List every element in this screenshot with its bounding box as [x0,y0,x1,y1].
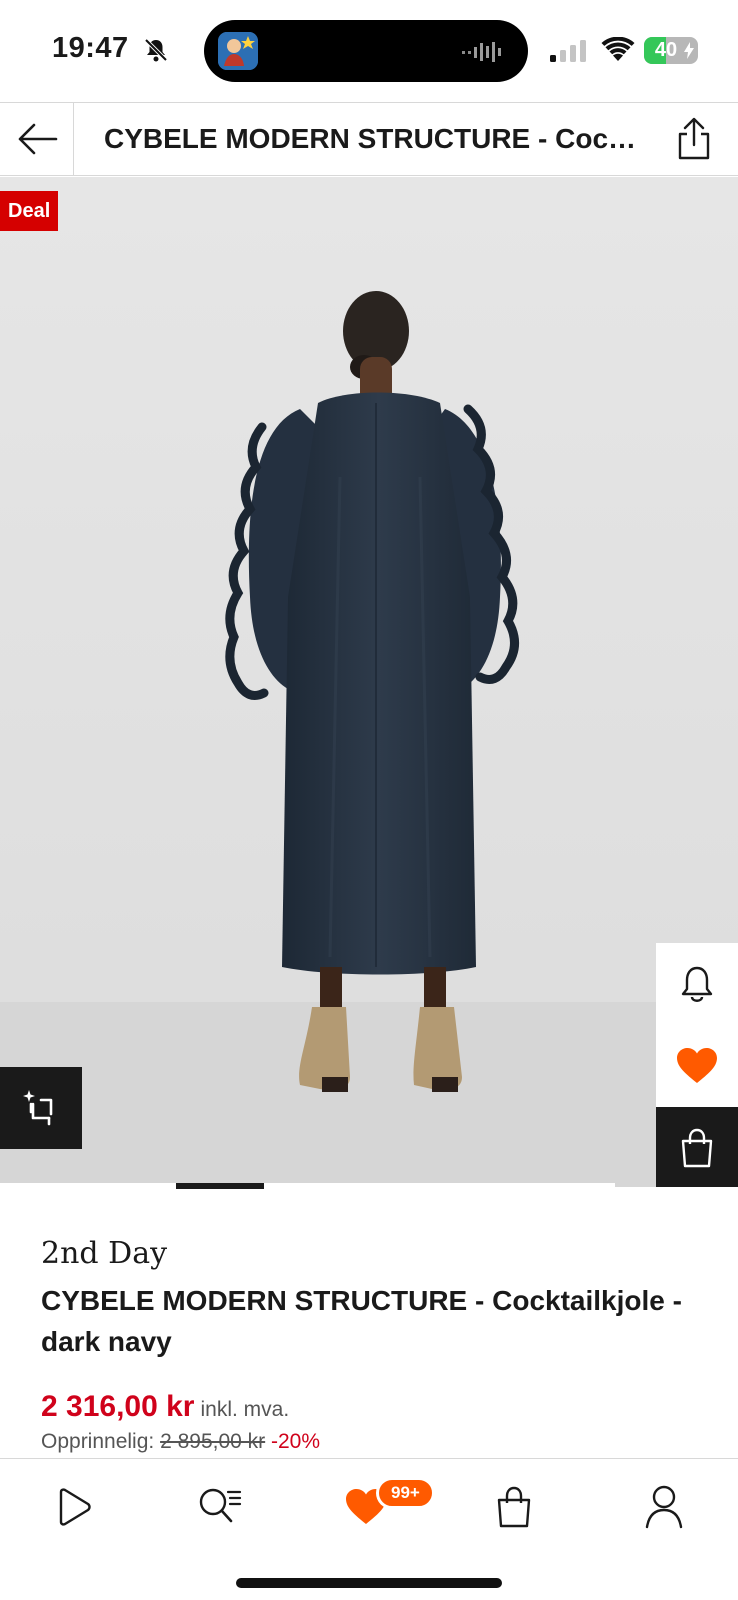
original-price-row: Opprinnelig: 2 895,00 kr -20% [41,1430,320,1454]
deal-badge: Deal [0,191,59,231]
original-price: 2 895,00 kr [160,1430,266,1453]
product-header: CYBELE MODERN STRUCTURE - Cocktailkjole … [0,102,738,176]
status-time: 19:47 [52,32,129,64]
search-list-icon [199,1488,242,1523]
carousel-indicator-active [176,1183,264,1189]
carousel-indicator [0,1183,615,1189]
status-bar: 19:47 40 [0,0,738,102]
dynamic-island[interactable] [204,20,528,82]
shopping-bag-icon [681,1128,713,1168]
bell-muted-icon [144,38,168,62]
vat-note: inkl. mva. [200,1398,290,1421]
notify-button[interactable] [656,943,738,1025]
wishlist-button[interactable] [656,1025,738,1107]
arrow-left-icon [18,123,57,155]
side-action-bar [656,943,738,1187]
nav-search[interactable] [190,1477,250,1537]
shopping-bag-icon [497,1486,531,1528]
home-indicator [236,1578,502,1588]
nav-bag[interactable] [484,1477,544,1537]
price-row: 2 316,00 kr inkl. mva. [41,1390,289,1424]
product-brand[interactable]: 2nd Day [41,1236,167,1271]
original-price-label: Opprinnelig: [41,1430,155,1453]
product-image-gallery[interactable]: Deal [0,177,738,1187]
header-title: CYBELE MODERN STRUCTURE - Cocktailkjole … [104,123,644,154]
charging-bolt-icon [684,42,694,59]
discount-percent: -20% [271,1430,321,1453]
bell-icon [681,966,713,1002]
nav-profile[interactable] [634,1477,694,1537]
wifi-icon [601,37,635,61]
sparkle-crop-icon [23,1090,53,1126]
product-name: CYBELE MODERN STRUCTURE - Cocktailkjole … [41,1285,682,1357]
heart-icon [677,1048,717,1083]
play-icon [59,1488,91,1526]
share-button[interactable] [674,117,714,161]
visual-search-button[interactable] [0,1067,82,1149]
add-to-bag-button[interactable] [656,1107,738,1187]
battery-level: 40 [654,39,678,61]
audio-wave-icon [462,42,501,62]
product-photo [0,177,738,1187]
back-button[interactable] [0,103,74,175]
share-icon [678,117,710,160]
cellular-signal-icon [550,40,586,62]
nav-inspiration[interactable] [44,1477,104,1537]
profile-icon [645,1485,683,1529]
dynamic-island-app-icon [218,32,258,70]
wishlist-count-badge: 99+ [376,1477,435,1509]
current-price: 2 316,00 kr [41,1390,195,1423]
battery-indicator: 40 [644,37,698,64]
